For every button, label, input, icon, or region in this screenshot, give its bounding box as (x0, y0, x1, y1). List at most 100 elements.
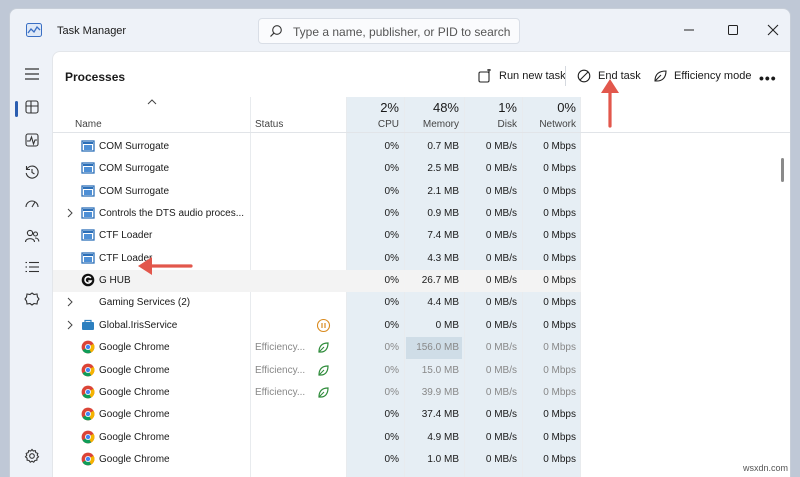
process-disk: 0 MB/s (485, 208, 517, 220)
chevron-right-icon[interactable] (65, 296, 75, 308)
process-network: 0 Mbps (543, 208, 576, 220)
details-list-icon (25, 261, 39, 273)
chrome-icon (81, 407, 95, 421)
process-row[interactable]: CTF Loader 0% 4.3 MB 0 MB/s 0 Mbps (53, 248, 581, 270)
process-name: Global.IrisService (99, 319, 178, 331)
process-name: Gaming Services (2) (99, 297, 191, 309)
sidebar-item-services[interactable] (19, 286, 45, 312)
sort-chevron-up-icon[interactable] (147, 99, 157, 105)
process-cpu: 0% (384, 275, 399, 287)
process-row[interactable]: Google Chrome 0% 1.0 MB 0 MB/s 0 Mbps (53, 449, 581, 471)
active-nav-indicator (15, 101, 18, 117)
chevron-right-icon[interactable] (65, 207, 75, 219)
process-cpu: 0% (384, 409, 399, 421)
process-disk: 0 MB/s (485, 297, 517, 309)
sidebar-item-processes[interactable] (19, 94, 45, 120)
sidebar-item-settings[interactable] (19, 443, 45, 469)
process-row[interactable]: Gaming Services (2) 0% 4.4 MB 0 MB/s 0 Mbps (53, 292, 581, 314)
annotation-arrow-up (601, 79, 619, 128)
process-memory: 15.0 MB (421, 364, 459, 376)
sidebar-item-performance[interactable] (19, 127, 45, 153)
scrollbar-thumb[interactable] (781, 158, 784, 182)
process-row[interactable]: Google Chrome Efficiency... 0% 156.0 MB 0 MB… (53, 337, 581, 360)
column-header-network[interactable]: Network (527, 119, 576, 130)
process-name: Google Chrome (99, 386, 170, 398)
process-cpu: 0% (384, 141, 399, 152)
process-disk: 0 MB/s (485, 252, 517, 264)
title-bar: Task Manager (10, 9, 790, 51)
cpu-total-percent: 2% (380, 100, 399, 115)
process-disk: 0 MB/s (485, 386, 517, 398)
maximize-button[interactable] (718, 17, 748, 43)
window-title: Task Manager (57, 25, 127, 37)
process-cpu: 0% (384, 386, 399, 398)
process-row[interactable]: COM Surrogate 0% 2.1 MB 0 MB/s 0 Mbps (53, 181, 581, 203)
process-row[interactable]: COM Surrogate 0% 2.5 MB 0 MB/s 0 Mbps (53, 158, 581, 180)
sidebar (10, 51, 52, 477)
process-memory: 39.9 MB (421, 386, 459, 398)
window-icon (81, 229, 95, 242)
run-new-task-label: Run new task (499, 70, 566, 82)
hamburger-menu-button[interactable] (19, 61, 45, 87)
more-options-button[interactable]: ••• (759, 70, 777, 86)
process-cpu: 0% (384, 185, 399, 197)
process-network: 0 Mbps (543, 141, 576, 152)
chrome-icon (81, 340, 95, 354)
column-header-disk[interactable]: Disk (469, 119, 517, 130)
process-cpu: 0% (384, 230, 399, 242)
end-task-icon (577, 69, 591, 83)
paused-icon (316, 318, 331, 332)
process-row[interactable]: Google Chrome Efficiency... 0% 39.9 MB 0 MB/… (53, 382, 581, 404)
process-disk: 0 MB/s (485, 230, 517, 242)
process-row[interactable]: Google Chrome 0% 4.9 MB 0 MB/s 0 Mbps (53, 427, 581, 449)
process-cpu: 0% (384, 453, 399, 465)
sidebar-item-users[interactable] (19, 223, 45, 249)
process-row[interactable]: Google Chrome 0% 37.4 MB 0 MB/s 0 Mbps (53, 404, 581, 426)
minimize-button[interactable] (674, 17, 704, 43)
annotation-arrow-left (138, 257, 193, 275)
process-cpu: 0% (384, 319, 399, 331)
sidebar-item-startup-apps[interactable] (19, 191, 45, 217)
process-status: Efficiency... (255, 342, 306, 354)
disk-total-percent: 1% (498, 100, 517, 115)
process-disk: 0 MB/s (485, 431, 517, 443)
sidebar-item-app-history[interactable] (19, 159, 45, 185)
process-name: Google Chrome (99, 409, 170, 421)
process-memory: 26.7 MB (421, 275, 459, 287)
performance-icon (25, 133, 39, 147)
chevron-right-icon[interactable] (65, 319, 75, 331)
window-icon (81, 207, 95, 219)
process-row[interactable]: Google Chrome Efficiency... 0% 15.0 MB 0 MB/… (53, 360, 581, 382)
column-header-name[interactable]: Name (75, 119, 102, 130)
process-row[interactable]: COM Surrogate 0% 0.7 MB 0 MB/s 0 Mbps (53, 136, 581, 158)
sidebar-item-details[interactable] (19, 254, 45, 280)
process-row[interactable]: CTF Loader 0% 7.4 MB 0 MB/s 0 Mbps (53, 225, 581, 247)
process-cpu: 0% (384, 364, 399, 376)
page-title: Processes (65, 70, 126, 84)
run-new-task-button[interactable]: Run new task (478, 62, 566, 90)
process-name: CTF Loader (99, 230, 153, 242)
ghub-icon (81, 273, 95, 287)
process-network: 0 Mbps (543, 453, 576, 465)
search-box[interactable] (258, 18, 520, 44)
process-name: COM Surrogate (99, 163, 170, 175)
table-header: Name Status 2% CPU 48% Memory 1% Disk 0%… (53, 97, 790, 133)
process-row[interactable]: G HUB 0% 26.7 MB 0 MB/s 0 Mbps (53, 270, 581, 293)
search-input[interactable] (293, 23, 513, 40)
speedometer-icon (25, 200, 39, 208)
column-header-memory[interactable]: Memory (409, 119, 459, 130)
process-row[interactable]: Controls the DTS audio proces... 0% 0.9 MB… (53, 203, 581, 225)
process-row[interactable]: Global.IrisService 0% 0 MB 0 MB/s 0 Mbps (53, 315, 581, 337)
efficiency-mode-label: Efficiency mode (674, 70, 752, 82)
efficiency-mode-button[interactable]: Efficiency mode (653, 62, 751, 90)
process-cpu: 0% (384, 208, 399, 220)
leaf-icon (316, 385, 331, 400)
process-memory: 0.7 MB (427, 141, 459, 152)
process-network: 0 Mbps (543, 297, 576, 309)
toolbar-separator (565, 66, 566, 86)
column-header-cpu[interactable]: CPU (353, 119, 399, 130)
process-disk: 0 MB/s (485, 275, 517, 287)
column-header-status[interactable]: Status (255, 119, 283, 130)
close-button[interactable] (758, 17, 788, 43)
network-total-percent: 0% (557, 100, 576, 115)
